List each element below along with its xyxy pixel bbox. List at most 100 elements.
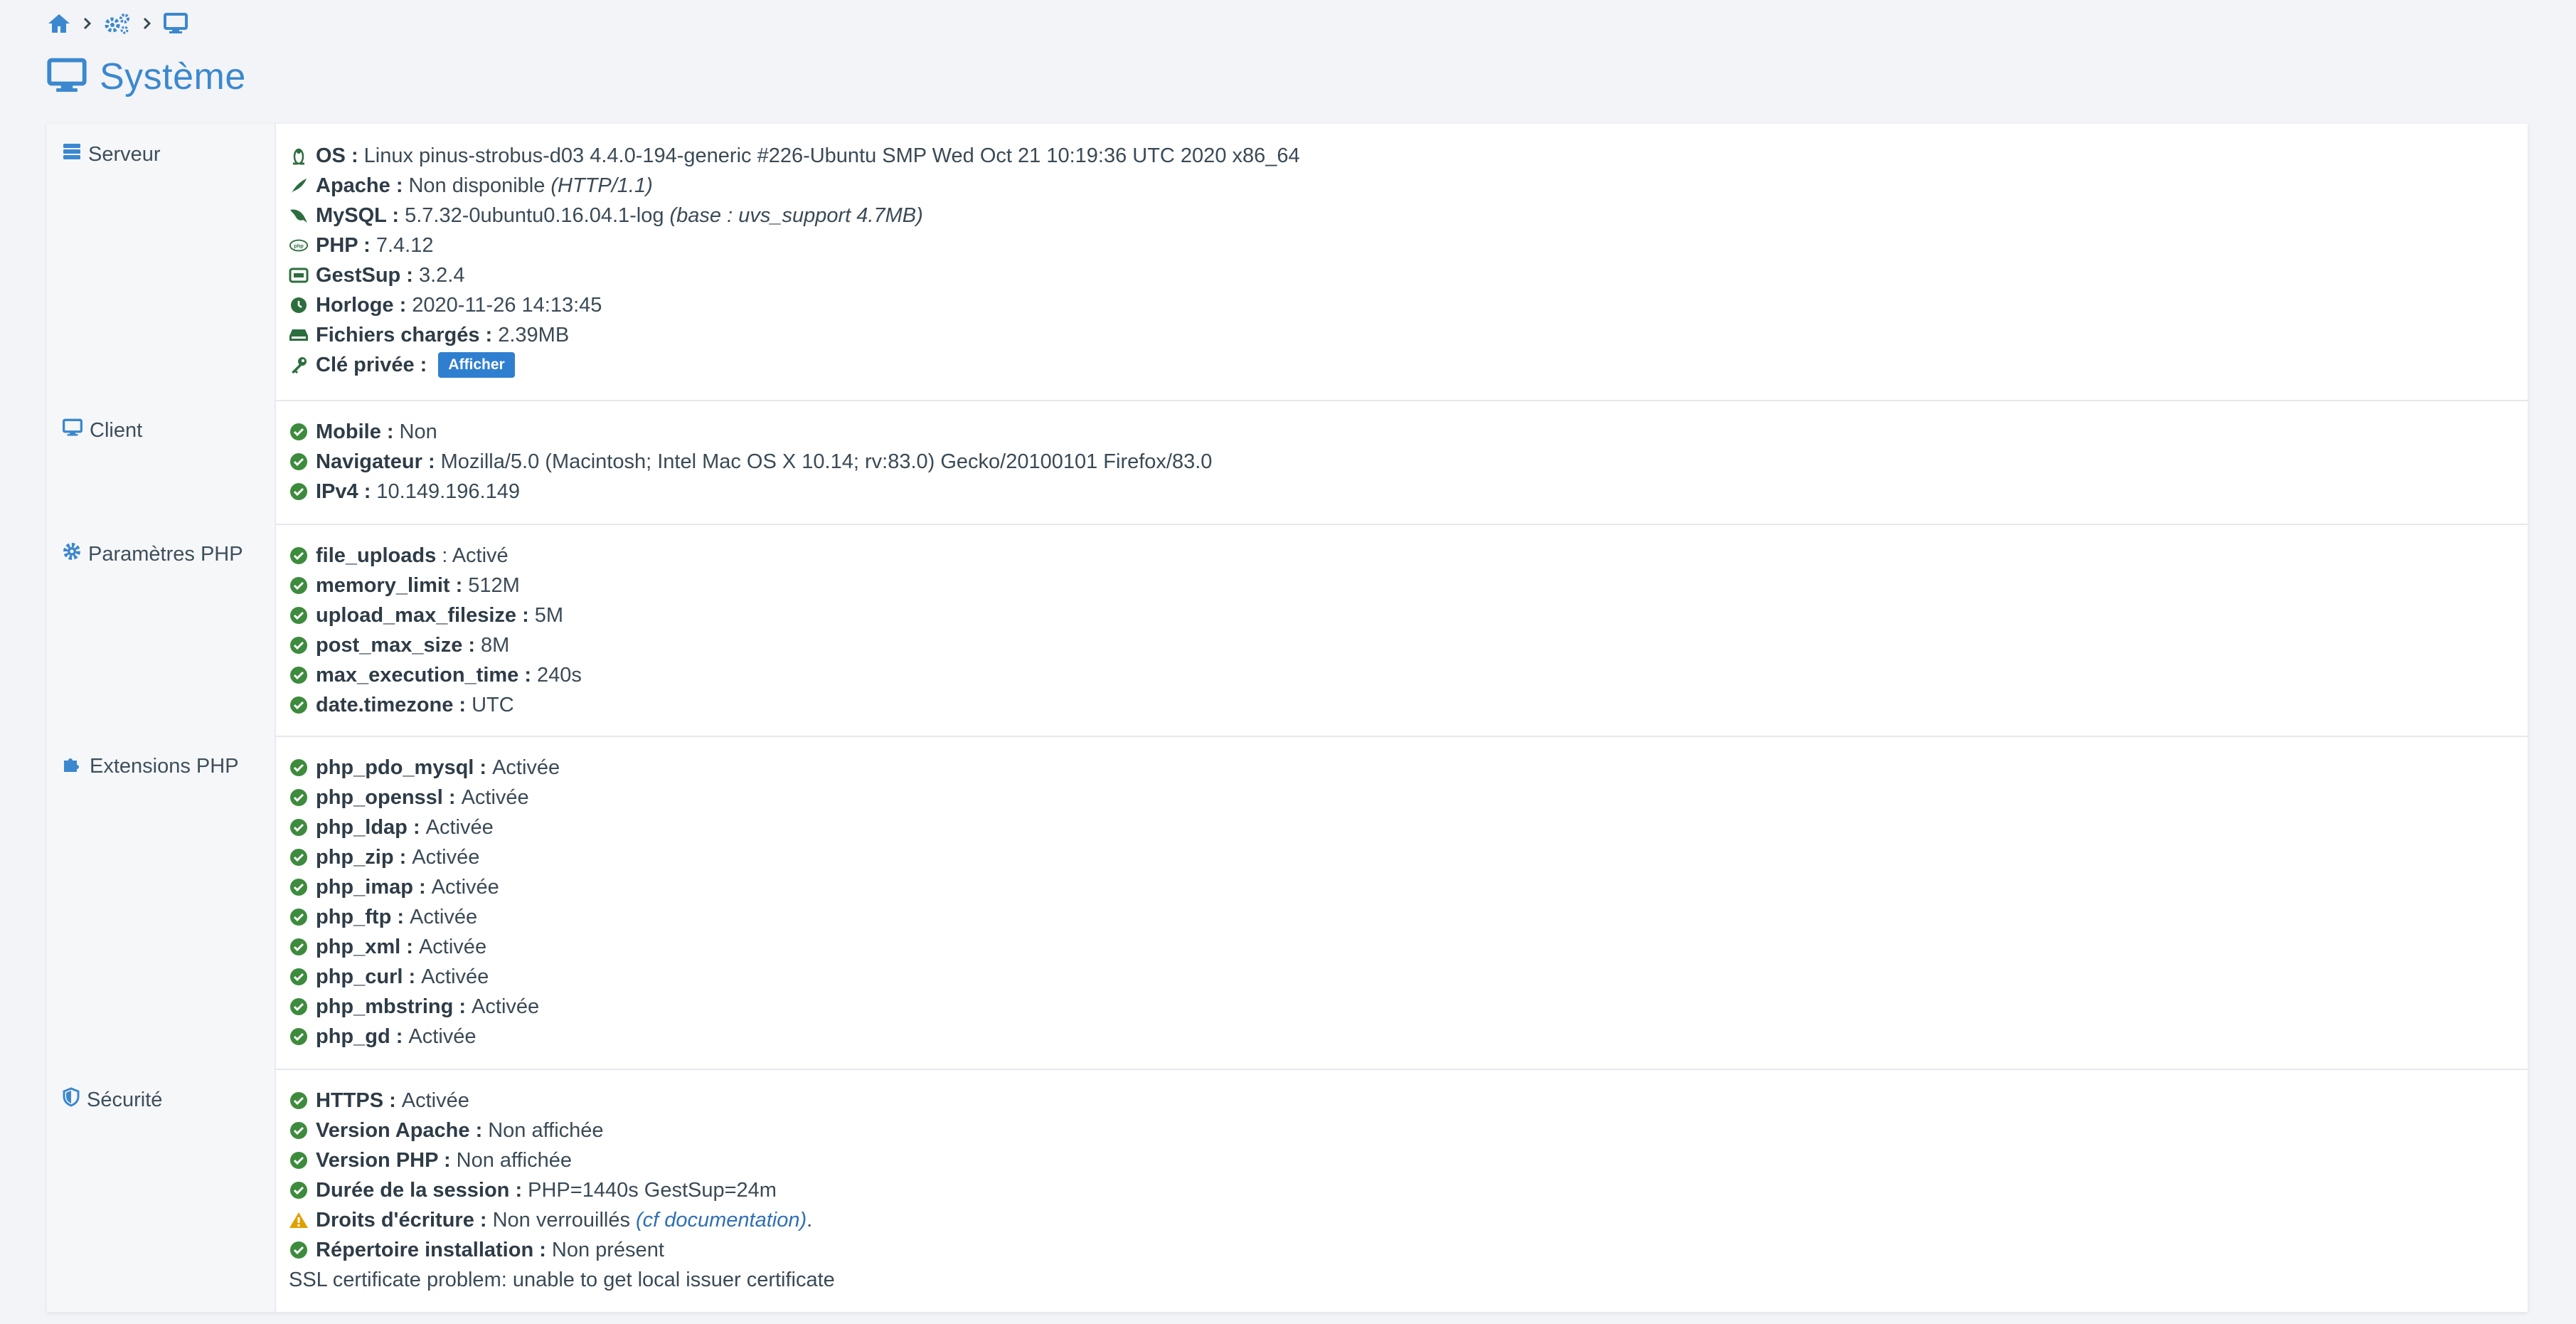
check-circle-icon	[289, 546, 309, 566]
row-value: 2.39MB	[498, 323, 570, 346]
section-php-params: Paramètres PHP file_uploads : Activé mem…	[47, 524, 2528, 737]
check-circle-icon	[289, 1027, 309, 1047]
row-value: Non	[399, 420, 437, 443]
row-duree-session: Durée de la session : PHP=1440s GestSup=…	[289, 1175, 2513, 1205]
page-title: Système	[47, 55, 246, 98]
row-php-imap: php_imap : Activée	[289, 872, 2513, 902]
row-key: php_gd :	[316, 1024, 403, 1048]
row-value: 8M	[481, 633, 510, 657]
check-circle-icon	[289, 847, 309, 867]
row-key: php_ftp :	[316, 905, 405, 928]
chevron-right-icon	[83, 16, 92, 31]
ssl-error-message: SSL certificate problem: unable to get l…	[289, 1268, 835, 1291]
row-value: Activée	[425, 815, 494, 839]
section-securite: Sécurité HTTPS : Activée Version Apache …	[47, 1069, 2528, 1312]
home-icon[interactable]	[47, 13, 71, 34]
check-circle-icon	[289, 788, 309, 807]
row-value: Non verrouillés	[492, 1208, 630, 1232]
check-circle-icon	[289, 758, 309, 778]
check-circle-icon	[289, 422, 309, 442]
section-title-client: Client	[90, 418, 143, 442]
row-key: GestSup :	[316, 263, 413, 287]
row-apache: Apache : Non disponible (HTTP/1.1)	[289, 171, 2513, 201]
row-mysql: MySQL : 5.7.32-0ubuntu0.16.04.1-log (bas…	[289, 201, 2513, 231]
row-value: Non affichée	[488, 1118, 604, 1142]
clock-icon	[289, 295, 309, 315]
row-date-timezone: date.timezone : UTC	[289, 690, 2513, 720]
row-php: php PHP : 7.4.12	[289, 231, 2513, 260]
row-key: Durée de la session :	[316, 1178, 523, 1202]
row-ipv4: IPv4 : 10.149.196.149	[289, 477, 2513, 507]
section-label: Sécurité	[47, 1069, 276, 1312]
check-circle-icon	[289, 1121, 309, 1140]
row-php-zip: php_zip : Activée	[289, 842, 2513, 872]
section-label: Client	[47, 400, 276, 524]
documentation-link[interactable]: (cf documentation)	[636, 1209, 807, 1232]
check-circle-icon	[289, 635, 309, 655]
row-fichiers: Fichiers chargés : 2.39MB	[289, 320, 2513, 350]
row-gestsup: GestSup : 3.2.4	[289, 260, 2513, 290]
gestsup-icon	[289, 265, 309, 285]
row-php-ldap: php_ldap : Activée	[289, 812, 2513, 842]
row-value: Activée	[421, 965, 489, 988]
row-value: Activée	[412, 845, 480, 869]
row-php-ftp: php_ftp : Activée	[289, 902, 2513, 932]
row-key: MySQL :	[316, 203, 400, 227]
row-value: PHP=1440s GestSup=24m	[528, 1178, 777, 1202]
row-value: Mozilla/5.0 (Macintosh; Intel Mac OS X 1…	[440, 450, 1213, 473]
section-title-serveur: Serveur	[88, 142, 161, 166]
row-key: Fichiers chargés :	[316, 323, 493, 346]
check-circle-icon	[289, 1180, 309, 1200]
row-key: Navigateur :	[316, 450, 435, 473]
row-key: Version Apache :	[316, 1118, 483, 1142]
row-value: UTC	[472, 693, 514, 716]
gear-icon	[63, 542, 81, 566]
page-title-text: Système	[100, 56, 246, 97]
check-circle-icon	[289, 1150, 309, 1170]
row-version-apache: Version Apache : Non affichée	[289, 1116, 2513, 1145]
php-icon: php	[289, 235, 309, 255]
row-key: upload_max_filesize :	[316, 603, 529, 627]
row-cle-privee: Clé privée : Afficher	[289, 350, 2513, 380]
section-label: Serveur	[47, 124, 276, 400]
row-key: php_imap :	[316, 875, 426, 899]
row-key: post_max_size :	[316, 633, 476, 657]
section-php-extensions: Extensions PHP php_pdo_mysql : Activée p…	[47, 736, 2528, 1070]
row-extra: (base : uvs_support 4.7MB)	[669, 203, 923, 227]
row-value: Activée	[410, 905, 478, 928]
check-circle-icon	[289, 877, 309, 897]
feather-icon	[289, 176, 309, 196]
row-value: 5.7.32-0ubuntu0.16.04.1-log	[405, 203, 664, 227]
system-info-panel: Serveur OS : Linux pinus-strobus-d03 4.4…	[47, 124, 2528, 1312]
show-private-key-button[interactable]: Afficher	[438, 352, 515, 378]
row-value: Activée	[492, 756, 560, 779]
cogs-icon[interactable]	[104, 13, 131, 34]
row-key: HTTPS :	[316, 1089, 396, 1112]
desktop-icon[interactable]	[164, 13, 188, 34]
desktop-icon	[63, 418, 83, 443]
key-icon	[289, 355, 309, 375]
check-circle-icon	[289, 937, 309, 957]
row-key: php_ldap :	[316, 815, 420, 839]
row-key: Horloge :	[316, 293, 407, 317]
hdd-icon	[289, 325, 309, 345]
check-circle-icon	[289, 452, 309, 472]
svg-text:php: php	[294, 243, 304, 249]
check-circle-icon	[289, 1091, 309, 1111]
row-value: 3.2.4	[418, 263, 465, 287]
row-tail: .	[807, 1208, 813, 1232]
linux-icon	[289, 146, 309, 166]
row-value: 5M	[534, 603, 564, 627]
check-circle-icon	[289, 665, 309, 685]
row-value: 512M	[468, 573, 520, 597]
puzzle-icon	[63, 754, 83, 778]
row-navigateur: Navigateur : Mozilla/5.0 (Macintosh; Int…	[289, 447, 2513, 477]
row-value: Activée	[408, 1024, 477, 1048]
row-key: OS :	[316, 144, 358, 167]
row-value: : Activé	[442, 544, 509, 567]
row-value: Activée	[418, 935, 487, 958]
check-circle-icon	[289, 817, 309, 837]
section-title-php-extensions: Extensions PHP	[90, 754, 239, 778]
section-title-securite: Sécurité	[87, 1088, 163, 1111]
row-os: OS : Linux pinus-strobus-d03 4.4.0-194-g…	[289, 141, 2513, 171]
